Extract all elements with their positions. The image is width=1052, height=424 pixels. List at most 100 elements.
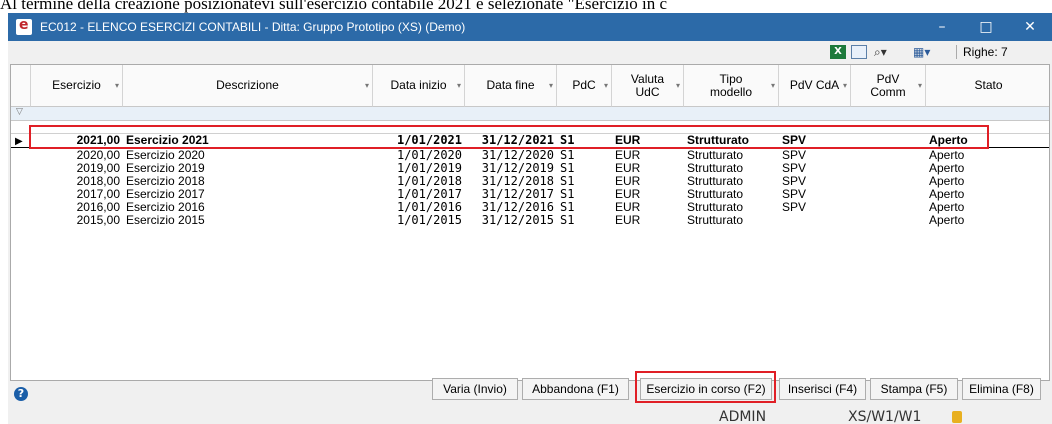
table-row[interactable]: 2018,00 Esercizio 2018 1/01/2018 31/12/2…	[11, 175, 1049, 188]
column-header-data-fine[interactable]: Data fine ▾	[465, 65, 557, 107]
column-label: PdV Comm	[870, 71, 906, 99]
cell-tipo-modello: Strutturato	[687, 175, 744, 188]
row-selector-header	[11, 65, 31, 107]
sort-arrow-icon[interactable]: ▾	[115, 79, 119, 92]
cell-pdv-cda: SPV	[782, 201, 807, 214]
cell-pdc: S1	[560, 214, 575, 227]
inserisci-button[interactable]: Inserisci (F4)	[779, 378, 866, 400]
cell-valuta: EUR	[615, 162, 641, 175]
cell-stato: Aperto	[929, 214, 965, 227]
current-row-arrow-icon: ▶	[15, 136, 23, 147]
cell-valuta: EUR	[615, 149, 641, 162]
stampa-button[interactable]: Stampa (F5)	[870, 378, 958, 400]
cell-esercizio: 2019,00	[76, 162, 120, 175]
button-highlight	[635, 371, 776, 403]
column-label: Descrizione	[216, 78, 279, 92]
column-header-valuta-udc[interactable]: Valuta UdC ▾	[612, 65, 684, 107]
sort-arrow-icon[interactable]: ▾	[771, 79, 775, 92]
filter-row[interactable]: ▽	[11, 107, 1049, 121]
column-header-pdc[interactable]: PdC ▾	[557, 65, 612, 107]
cell-pdv-cda: SPV	[782, 175, 807, 188]
table-row[interactable]: 2015,00 Esercizio 2015 1/01/2015 31/12/2…	[11, 214, 1049, 227]
cell-pdv-comm	[851, 175, 926, 188]
search-icon[interactable]: ⌕▾	[874, 45, 902, 59]
app-window: EC012 - ELENCO ESERCIZI CONTABILI - Ditt…	[8, 13, 1052, 424]
elimina-button[interactable]: Elimina (F8)	[962, 378, 1041, 400]
cell-valuta: EUR	[615, 201, 641, 214]
column-label: Tipo modello	[709, 71, 753, 99]
cell-pdv-cda: SPV	[782, 162, 807, 175]
sort-arrow-icon[interactable]: ▾	[365, 79, 369, 92]
column-label: PdV CdA	[789, 78, 840, 92]
maximize-button[interactable]: □	[964, 13, 1008, 41]
column-label: Esercizio	[52, 78, 101, 92]
column-header-tipo-modello[interactable]: Tipo modello ▾	[684, 65, 779, 107]
window-title: EC012 - ELENCO ESERCIZI CONTABILI - Ditt…	[40, 20, 466, 34]
cell-valuta: EUR	[615, 175, 641, 188]
column-label: Valuta UdC	[630, 71, 665, 99]
column-header-pdv-cda[interactable]: PdV CdA ▾	[779, 65, 851, 107]
column-header-data-inizio[interactable]: Data inizio ▾	[373, 65, 465, 107]
cell-descrizione: Esercizio 2015	[126, 214, 205, 227]
exercises-grid: Esercizio ▾ Descrizione ▾ Data inizio ▾ Dat…	[10, 64, 1050, 381]
sort-arrow-icon[interactable]: ▾	[457, 79, 461, 92]
cell-tipo-modello: Strutturato	[687, 162, 744, 175]
cell-data-fine: 31/12/2015	[481, 214, 554, 227]
minimize-button[interactable]: –	[920, 13, 964, 41]
sort-arrow-icon[interactable]: ▾	[604, 79, 608, 92]
table-row[interactable]: 2016,00 Esercizio 2016 1/01/2016 31/12/2…	[11, 201, 1049, 214]
selected-row-highlight	[29, 125, 989, 149]
status-database: XS/W1/W1	[848, 409, 922, 424]
sort-arrow-icon[interactable]: ▾	[549, 79, 553, 92]
status-user: ADMIN	[719, 409, 767, 424]
column-header-stato[interactable]: Stato	[926, 65, 1049, 107]
cell-data-inizio: 1/01/2018	[396, 175, 462, 188]
sort-arrow-icon[interactable]: ▾	[843, 79, 847, 92]
cell-pdc: S1	[560, 175, 575, 188]
column-header-esercizio[interactable]: Esercizio ▾	[31, 65, 123, 107]
column-label: Stato	[974, 78, 1003, 92]
close-button[interactable]: ✕	[1008, 13, 1052, 41]
table-row[interactable]: 2017,00 Esercizio 2017 1/01/2017 31/12/2…	[11, 188, 1049, 201]
cell-tipo-modello: Strutturato	[687, 201, 744, 214]
table-row[interactable]: 2020,00 Esercizio 2020 1/01/2020 31/12/2…	[11, 149, 1049, 162]
layout-icon[interactable]	[851, 45, 867, 59]
cell-esercizio: 2018,00	[76, 175, 120, 188]
cell-pdv-cda: SPV	[782, 188, 807, 201]
cell-data-fine: 31/12/2020	[481, 149, 554, 162]
cell-stato: Aperto	[929, 188, 965, 201]
sort-arrow-icon[interactable]: ▾	[918, 79, 922, 92]
cell-pdv-comm	[851, 149, 926, 162]
varia-button[interactable]: Varia (Invio)	[432, 378, 518, 400]
column-header-pdv-comm[interactable]: PdV Comm ▾	[851, 65, 926, 107]
table-row[interactable]: 2019,00 Esercizio 2019 1/01/2019 31/12/2…	[11, 162, 1049, 175]
cell-esercizio: 2015,00	[76, 214, 120, 227]
cell-pdv-cda: SPV	[782, 149, 807, 162]
cell-pdc: S1	[560, 162, 575, 175]
filter-funnel-icon[interactable]: ▽	[16, 107, 23, 117]
column-header-descrizione[interactable]: Descrizione ▾	[123, 65, 373, 107]
sort-arrow-icon[interactable]: ▾	[676, 79, 680, 92]
abbandona-button[interactable]: Abbandona (F1)	[522, 378, 629, 400]
cell-data-fine: 31/12/2016	[481, 201, 554, 214]
cell-stato: Aperto	[929, 149, 965, 162]
column-label: Data fine	[486, 78, 535, 92]
columns-filter-icon[interactable]: ▦▾	[913, 45, 941, 59]
toolbar: X ⌕▾ ▦▾ Righe: 7	[8, 41, 1052, 64]
help-icon[interactable]: ?	[14, 387, 28, 401]
cell-descrizione: Esercizio 2017	[126, 188, 205, 201]
cell-pdc: S1	[560, 201, 575, 214]
status-indicator-icon	[952, 411, 962, 423]
app-logo-icon	[16, 17, 32, 35]
cell-data-fine: 31/12/2019	[481, 162, 554, 175]
cell-stato: Aperto	[929, 201, 965, 214]
cell-pdv-comm	[851, 188, 926, 201]
cell-valuta: EUR	[615, 188, 641, 201]
cell-pdv-comm	[851, 162, 926, 175]
cell-pdv-cda	[779, 214, 851, 227]
excel-export-icon[interactable]: X	[830, 45, 846, 59]
cell-data-inizio: 1/01/2016	[396, 201, 462, 214]
cell-data-fine: 31/12/2018	[481, 175, 554, 188]
cell-valuta: EUR	[615, 214, 641, 227]
rows-count: Righe: 7	[956, 45, 1008, 59]
